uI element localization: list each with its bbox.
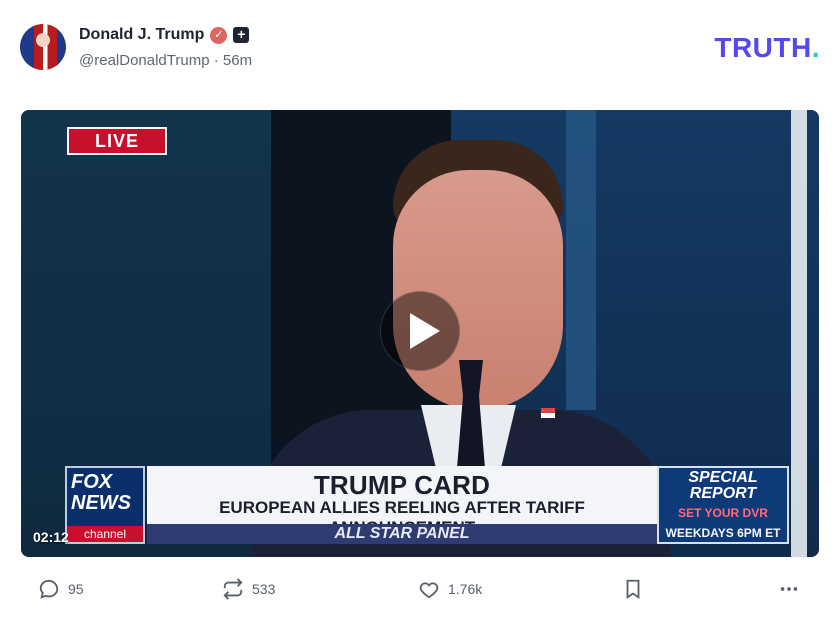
fox-logo-bottom: NEWS (71, 492, 131, 514)
truth-logo-text: TRUTH (714, 32, 812, 63)
post-header: Donald J. Trump ✓ + @realDonaldTrump · 5… (20, 24, 820, 74)
like-count: 1.76k (448, 581, 483, 597)
flag-pin-icon (541, 408, 555, 418)
live-badge: LIVE (67, 127, 167, 155)
retruth-button[interactable]: 533 (222, 578, 275, 600)
headline-panel: ALL STAR PANEL (147, 524, 657, 544)
meta-separator: · (213, 52, 223, 69)
news-lower-third: FOX NEWS channel TRUMP CARD EUROPEAN ALL… (65, 466, 789, 544)
comment-icon (39, 579, 59, 599)
reply-count: 95 (68, 581, 84, 597)
author-handle[interactable]: @realDonaldTrump (79, 52, 210, 69)
truth-logo-dot: . (811, 32, 820, 63)
retruth-count: 533 (252, 581, 276, 597)
plus-badge-icon: + (233, 27, 250, 43)
fox-logo-top: FOX (71, 471, 113, 493)
author-meta: @realDonaldTrump · 56m (79, 52, 252, 69)
play-button[interactable] (380, 291, 460, 371)
verified-badge-icon: ✓ (210, 26, 228, 44)
special-report-box: SPECIAL REPORT SET YOUR DVR WEEKDAYS 6PM… (657, 466, 789, 544)
post-timestamp: 56m (222, 52, 253, 69)
bookmark-button[interactable] (622, 578, 644, 600)
author-name-row: Donald J. Trump ✓ + (79, 26, 250, 44)
truth-social-logo: TRUTH. (714, 32, 820, 64)
special-time-text: WEEKDAYS 6PM ET (665, 526, 781, 540)
post-actions: 95 533 1.76k (30, 578, 810, 608)
video-duration: 02:12 (33, 529, 69, 545)
fox-logo-channel: channel (67, 526, 143, 542)
bookmark-icon (626, 579, 640, 599)
repost-icon (223, 578, 243, 600)
special-title-line2: REPORT (689, 485, 757, 502)
heart-icon (419, 582, 439, 599)
like-button[interactable]: 1.76k (418, 578, 482, 600)
more-options-button[interactable] (778, 578, 800, 600)
author-display-name[interactable]: Donald J. Trump (79, 26, 204, 44)
headline-title: TRUMP CARD (313, 470, 491, 500)
more-options-icon (780, 587, 798, 591)
video-player[interactable]: LIVE FOX NEWS channel TRUMP CARD EUROPEA… (21, 110, 819, 557)
avatar[interactable] (20, 24, 66, 70)
special-title-line1: SPECIAL (688, 469, 758, 486)
headline-box: TRUMP CARD EUROPEAN ALLIES REELING AFTER… (147, 466, 657, 544)
reply-button[interactable]: 95 (38, 578, 84, 600)
play-icon (410, 313, 440, 349)
special-dvr-text: SET YOUR DVR (678, 506, 768, 520)
fox-news-logo: FOX NEWS channel (65, 466, 145, 544)
